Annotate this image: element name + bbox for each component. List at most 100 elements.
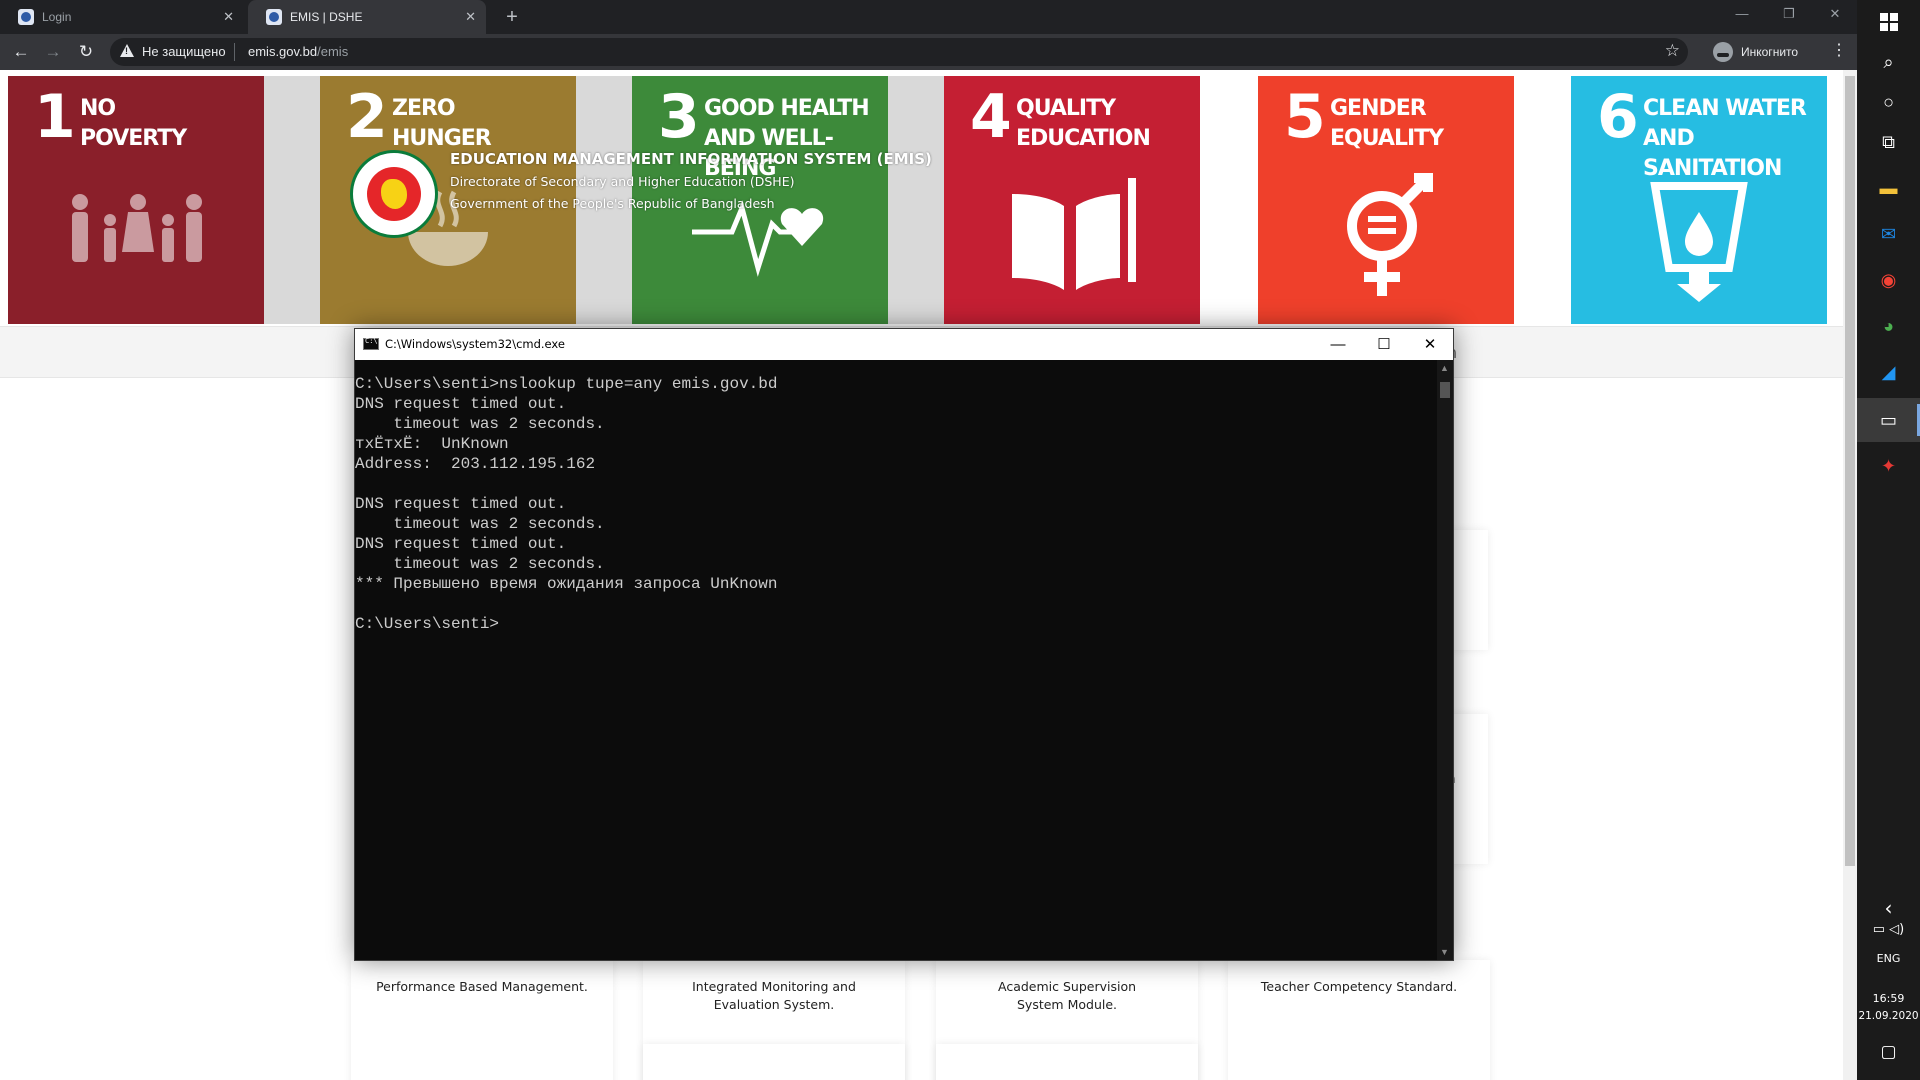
clock-time[interactable]: 16:59: [1857, 992, 1920, 1005]
browser-menu-icon[interactable]: ⋮: [1831, 41, 1847, 61]
site-title: EDUCATION MANAGEMENT INFORMATION SYSTEM …: [450, 150, 932, 168]
app-icon[interactable]: ✦: [1857, 444, 1920, 488]
tab-title: Login: [42, 10, 72, 24]
cmd-title-bar[interactable]: C:\Windows\system32\cmd.exe — ☐ ✕: [355, 329, 1453, 360]
cmd-maximize-button[interactable]: ☐: [1361, 329, 1407, 360]
sdg-label: Gender Equality: [1330, 96, 1444, 151]
tab-emis[interactable]: EMIS | DSHE ✕: [248, 0, 486, 34]
warning-icon[interactable]: !: [120, 44, 134, 57]
cmd-line: timeout was 2 seconds.: [355, 555, 605, 573]
cmd-line: Address: 203.112.195.162: [355, 455, 596, 473]
card-text: Integrated Monitoring and Evaluation Sys…: [692, 979, 856, 1012]
cmd-taskbar-icon[interactable]: ▭: [1857, 398, 1920, 442]
tab-title: EMIS | DSHE: [290, 10, 363, 24]
heartbeat-icon: [692, 200, 824, 277]
sdg-label: Clean Water And Sanitation: [1643, 96, 1807, 181]
task-view-icon[interactable]: ⧉: [1857, 120, 1920, 164]
window-close-button[interactable]: ✕: [1813, 0, 1857, 28]
cmd-output[interactable]: C:\Users\senti>nslookup tupe=any emis.go…: [355, 374, 1437, 960]
network-volume-icon[interactable]: ▭ ◁): [1857, 922, 1920, 937]
sdg-number: 3: [658, 82, 700, 152]
browser-toolbar: ← → ↻ ! Не защищено emis.gov.bd/emis ☆ И…: [0, 34, 1857, 70]
government-seal-logo: [350, 150, 438, 238]
cmd-line: timeout was 2 seconds.: [355, 515, 605, 533]
url-host: emis.gov.bd: [248, 44, 318, 59]
site-favicon-icon: [18, 9, 34, 25]
site-favicon-icon: [266, 9, 282, 25]
forward-arrow-icon[interactable]: →: [41, 40, 65, 64]
bookmark-star-icon[interactable]: ☆: [1665, 41, 1680, 61]
clock-date[interactable]: 21.09.2020: [1857, 1010, 1920, 1022]
incognito-badge[interactable]: Инкогнито: [1713, 38, 1798, 66]
sdg-label: Good Health And Well-Being: [704, 96, 870, 181]
window-minimize-button[interactable]: —: [1720, 0, 1764, 28]
incognito-icon: [1713, 42, 1733, 62]
water-glass-icon: [1650, 182, 1748, 302]
scroll-up-icon[interactable]: ▲: [1440, 363, 1449, 373]
url-text[interactable]: emis.gov.bd/emis: [248, 44, 348, 59]
cmd-close-button[interactable]: ✕: [1407, 329, 1453, 360]
tile-gap: [888, 76, 944, 324]
gender-symbol-icon: [1347, 173, 1433, 296]
notifications-icon[interactable]: ▢: [1857, 1042, 1920, 1062]
yandex-browser-icon[interactable]: ◉: [1857, 258, 1920, 302]
window-restore-button[interactable]: ❐: [1767, 0, 1811, 28]
sdg-number: 6: [1597, 82, 1639, 152]
sdg-tile-gender-equality: 5 Gender Equality: [1258, 76, 1514, 324]
cmd-line: [355, 594, 1437, 614]
cmd-window[interactable]: C:\Windows\system32\cmd.exe — ☐ ✕ C:\Use…: [354, 328, 1454, 961]
cmd-minimize-button[interactable]: —: [1315, 329, 1361, 360]
card-text: Academic Supervision System Module.: [997, 979, 1137, 1012]
sdg-tile-quality-education: 4 Quality Education: [944, 76, 1200, 324]
cortana-icon[interactable]: ○: [1857, 80, 1920, 124]
address-bar[interactable]: ! Не защищено emis.gov.bd/emis ☆: [110, 38, 1688, 66]
cmd-line: [355, 474, 1437, 494]
windows-taskbar: ⌕ ○ ⧉ ▬ ✉ ◉ ◕ ◢ ▭ ✦ ‹ ▭ ◁) ENG 16:59 21.…: [1857, 0, 1920, 1080]
cmd-line: *** Превышено время ожидания запроса UnK…: [355, 575, 778, 593]
sdg-number: 2: [346, 82, 388, 152]
start-button[interactable]: [1857, 0, 1920, 44]
cmd-title: C:\Windows\system32\cmd.exe: [385, 337, 565, 351]
scrollbar-thumb[interactable]: [1845, 76, 1855, 866]
sdg-number: 1: [34, 82, 76, 152]
cmd-scroll-thumb[interactable]: [1440, 382, 1450, 398]
cmd-line: DNS request timed out.: [355, 395, 567, 413]
chrome-icon[interactable]: ◕: [1857, 304, 1920, 348]
sdg-label: Zero Hunger: [392, 96, 492, 151]
cmd-prompt[interactable]: C:\Users\senti>: [355, 614, 1437, 634]
sdg-number: 5: [1284, 82, 1326, 152]
module-card-tcs[interactable]: Teacher Competency Standard.: [1228, 960, 1490, 1080]
tab-login[interactable]: Login ✕: [0, 0, 244, 34]
new-tab-button[interactable]: +: [500, 4, 524, 30]
tray-chevron-icon[interactable]: ‹: [1857, 896, 1920, 920]
scroll-down-icon[interactable]: ▼: [1440, 947, 1449, 957]
sdg-tile-clean-water: 6 Clean Water And Sanitation: [1571, 76, 1827, 324]
mail-icon[interactable]: ✉: [1857, 212, 1920, 256]
console-icon: [363, 337, 379, 350]
security-status[interactable]: Не защищено: [142, 44, 226, 59]
close-tab-icon[interactable]: ✕: [465, 9, 476, 25]
cmd-line: DNS request timed out.: [355, 535, 567, 553]
language-indicator[interactable]: ENG: [1857, 952, 1920, 965]
page-scrollbar[interactable]: [1843, 70, 1857, 1080]
back-arrow-icon[interactable]: ←: [9, 40, 33, 64]
search-icon[interactable]: ⌕: [1857, 40, 1920, 84]
edge-icon[interactable]: ◢: [1857, 350, 1920, 394]
file-explorer-icon[interactable]: ▬: [1857, 166, 1920, 210]
url-path: /emis: [317, 44, 349, 59]
reload-icon[interactable]: ↻: [74, 40, 98, 64]
tile-gap: [264, 76, 320, 324]
sdg-tile-no-poverty: 1 No Poverty: [8, 76, 264, 324]
sdg-label: No Poverty: [80, 96, 187, 151]
cmd-line: тхЁтхЁ: UnKnown: [355, 435, 509, 453]
browser-tab-strip: Login ✕ EMIS | DSHE ✕ + — ❐ ✕: [0, 0, 1857, 34]
incognito-label: Инкогнито: [1741, 45, 1799, 59]
cmd-scrollbar[interactable]: ▲ ▼: [1437, 360, 1453, 960]
book-icon: [1012, 178, 1136, 290]
module-card[interactable]: [936, 1044, 1198, 1080]
card-text: Teacher Competency Standard.: [1260, 979, 1458, 994]
module-card-pbm[interactable]: Performance Based Management.: [351, 960, 613, 1080]
site-subtitle-directorate: Directorate of Secondary and Higher Educ…: [450, 174, 795, 189]
close-tab-icon[interactable]: ✕: [223, 9, 234, 25]
module-card[interactable]: [643, 1044, 905, 1080]
